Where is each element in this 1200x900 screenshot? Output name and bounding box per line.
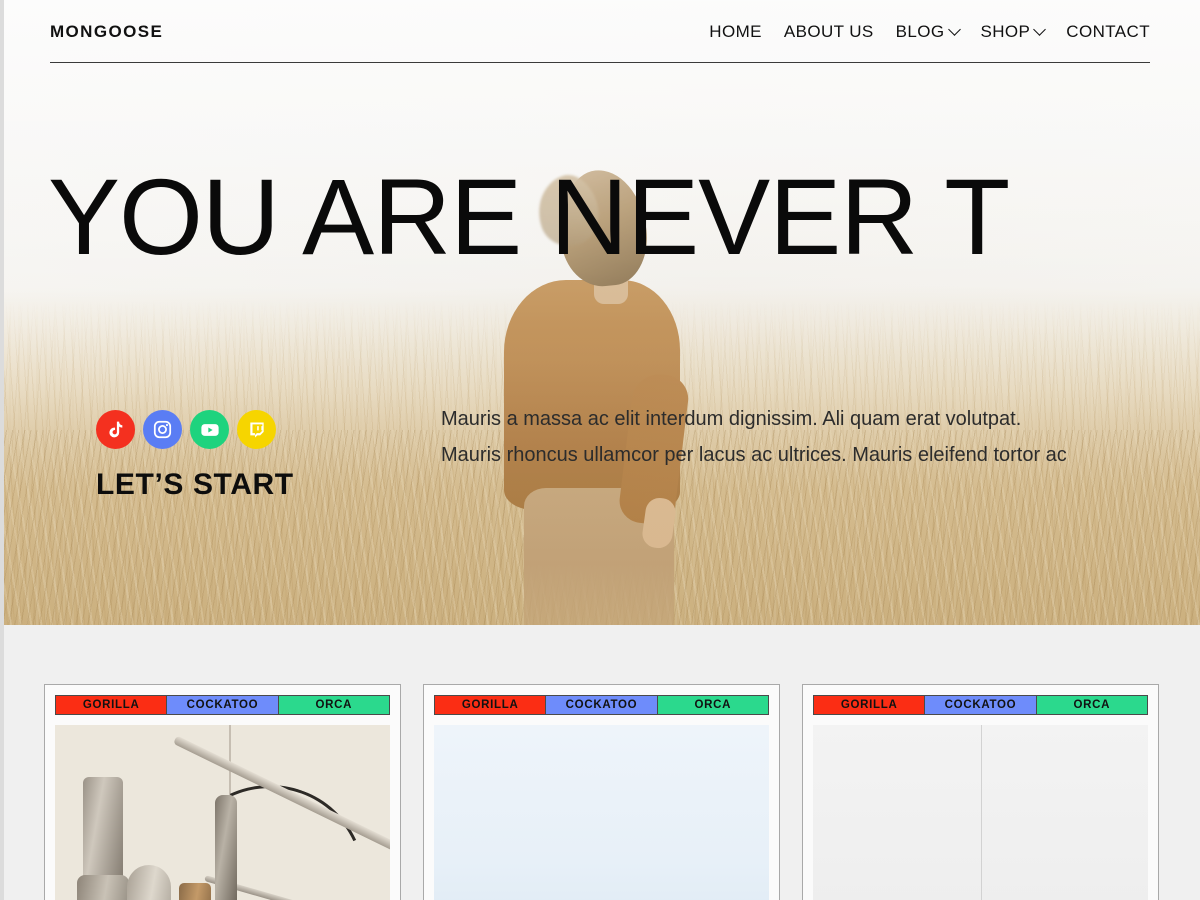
card-tags: GORILLA COCKATOO ORCA <box>813 695 1148 715</box>
tag-cockatoo[interactable]: COCKATOO <box>546 695 658 715</box>
site-brand[interactable]: MONGOOSE <box>50 22 163 42</box>
microphone <box>77 875 129 900</box>
card-thumbnail-microphones <box>55 725 390 900</box>
card-thumbnail-balloons <box>813 725 1148 900</box>
tag-orca[interactable]: ORCA <box>1036 695 1148 715</box>
card-item[interactable]: GORILLA COCKATOO ORCA <box>44 684 401 900</box>
tag-gorilla[interactable]: GORILLA <box>813 695 926 715</box>
site-header: MONGOOSE HOME ABOUT US BLOG SHOP CONTACT <box>0 0 1200 64</box>
card-item[interactable]: GORILLA COCKATOO ORCA <box>802 684 1159 900</box>
hero-paragraph: Mauris a massa ac elit interdum dignissi… <box>441 408 1067 466</box>
main-navigation: HOME ABOUT US BLOG SHOP CONTACT <box>709 22 1150 42</box>
tag-gorilla[interactable]: GORILLA <box>55 695 168 715</box>
microphone <box>179 883 211 900</box>
nav-label: ABOUT US <box>783 22 874 41</box>
card-tags: GORILLA COCKATOO ORCA <box>55 695 390 715</box>
wall-seam <box>980 725 982 900</box>
tiktok-icon[interactable] <box>96 410 135 449</box>
page-root: YOU ARE NEVER T LET’S START Mauris a mas… <box>0 0 1200 900</box>
card-thumbnail-tree <box>434 725 769 900</box>
nav-label: HOME <box>709 22 762 41</box>
nav-item-about-us[interactable]: ABOUT US <box>784 22 874 42</box>
tag-orca[interactable]: ORCA <box>278 695 390 715</box>
card-tags: GORILLA COCKATOO ORCA <box>434 695 769 715</box>
nav-item-contact[interactable]: CONTACT <box>1066 22 1150 42</box>
microphone <box>215 795 237 900</box>
nav-label: SHOP <box>980 22 1031 41</box>
hero-section: YOU ARE NEVER T LET’S START Mauris a mas… <box>0 0 1200 625</box>
nav-item-home[interactable]: HOME <box>709 22 762 42</box>
tag-cockatoo[interactable]: COCKATOO <box>925 695 1037 715</box>
youtube-icon[interactable] <box>190 410 229 449</box>
social-links <box>96 410 276 449</box>
tag-cockatoo[interactable]: COCKATOO <box>167 695 279 715</box>
nav-item-shop[interactable]: SHOP <box>980 22 1047 42</box>
nav-item-blog[interactable]: BLOG <box>895 22 961 42</box>
chevron-down-icon <box>947 22 961 36</box>
cards-row: GORILLA COCKATOO ORCA GORILLA COCKATOO O… <box>44 684 1160 900</box>
header-divider <box>50 62 1150 63</box>
tag-orca[interactable]: ORCA <box>657 695 769 715</box>
instagram-icon[interactable] <box>143 410 182 449</box>
cards-section: GORILLA COCKATOO ORCA GORILLA COCKATOO O… <box>0 625 1200 900</box>
page-left-edge <box>0 0 4 900</box>
tag-gorilla[interactable]: GORILLA <box>434 695 547 715</box>
hero-photo-overlay <box>0 0 1200 625</box>
chevron-down-icon <box>1033 22 1047 36</box>
nav-label: CONTACT <box>1066 22 1150 41</box>
twitch-icon[interactable] <box>237 410 276 449</box>
nav-label: BLOG <box>895 22 945 41</box>
card-item[interactable]: GORILLA COCKATOO ORCA <box>423 684 780 900</box>
hero-title: YOU ARE NEVER T <box>48 156 1010 277</box>
lets-start-cta[interactable]: LET’S START <box>96 468 294 502</box>
